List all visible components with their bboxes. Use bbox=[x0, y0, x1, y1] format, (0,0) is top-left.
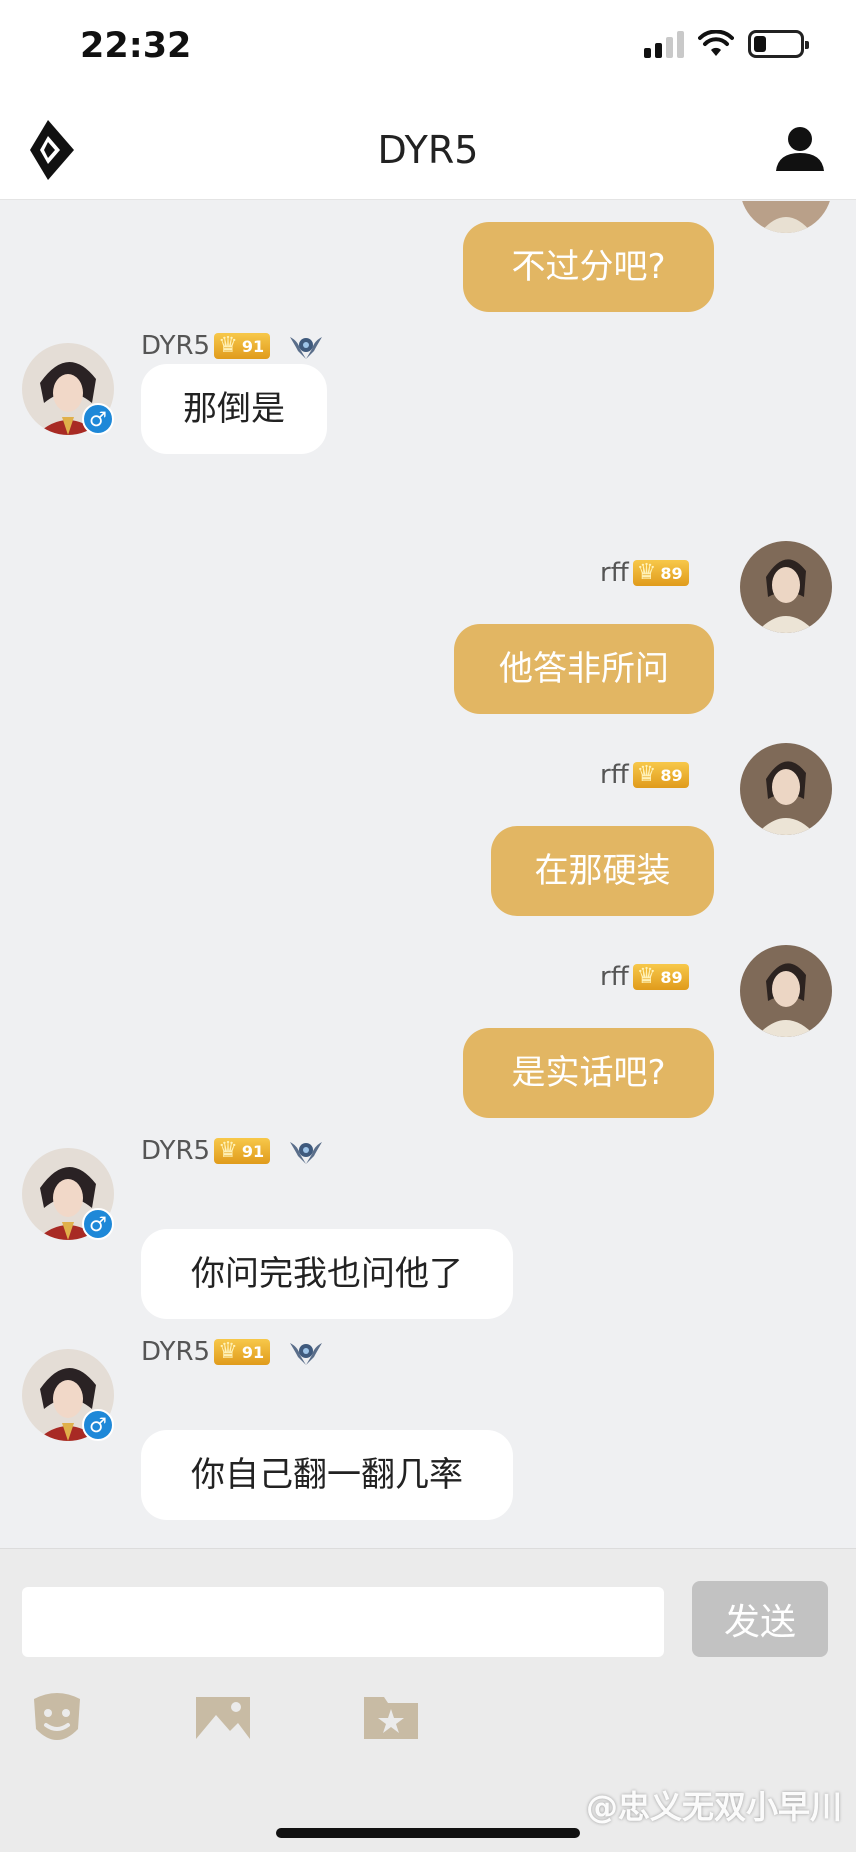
rank-icon bbox=[290, 1343, 323, 1365]
message-meta: rff ♛ 89 bbox=[600, 758, 689, 792]
message-bubble[interactable]: 你自己翻一翻几率 bbox=[141, 1430, 513, 1520]
level-badge: ♛ 89 bbox=[632, 964, 689, 990]
avatar[interactable] bbox=[740, 201, 832, 233]
message-meta: DYR5 ♛ 91 bbox=[141, 1335, 324, 1369]
signal-icon bbox=[644, 30, 684, 58]
sender-name[interactable]: rff bbox=[600, 962, 629, 992]
message-bubble[interactable]: 是实话吧? bbox=[463, 1028, 714, 1118]
level-badge: ♛ 91 bbox=[214, 1339, 271, 1365]
sender-name[interactable]: rff bbox=[600, 760, 629, 790]
gender-male-icon: ♂ bbox=[82, 1409, 114, 1441]
send-button[interactable]: 发送 bbox=[692, 1581, 828, 1657]
rank-icon bbox=[290, 1142, 323, 1164]
sender-name[interactable]: rff bbox=[600, 558, 629, 588]
watermark: @忠义无双小早川 bbox=[585, 1788, 842, 1826]
game-icon[interactable] bbox=[362, 1689, 420, 1747]
crown-icon: ♛ bbox=[636, 762, 657, 787]
wifi-icon bbox=[698, 30, 734, 56]
message-item: ♂ DYR5 ♛ 91 你自己翻一翻几率 bbox=[0, 1327, 856, 1527]
status-bar: 22:32 bbox=[0, 0, 856, 100]
message-item: rff ♛ 89 在那硬装 bbox=[0, 723, 856, 923]
level-number: 89 bbox=[660, 563, 683, 583]
avatar[interactable] bbox=[740, 743, 832, 835]
message-item: rff ♛ 89 他答非所问 bbox=[0, 521, 856, 721]
status-time: 22:32 bbox=[80, 26, 192, 66]
chat-title: DYR5 bbox=[377, 128, 479, 172]
message-bubble[interactable]: 你问完我也问他了 bbox=[141, 1229, 513, 1319]
sender-name[interactable]: DYR5 bbox=[141, 1337, 210, 1367]
message-item: ♂ DYR5 ♛ 91 那倒是 bbox=[0, 321, 856, 521]
level-badge: ♛ 91 bbox=[214, 333, 271, 359]
emoji-icon[interactable] bbox=[28, 1689, 86, 1747]
battery-icon bbox=[748, 30, 809, 58]
level-number: 89 bbox=[660, 967, 683, 987]
message-meta: DYR5 ♛ 91 bbox=[141, 329, 324, 363]
message-meta: rff ♛ 89 bbox=[600, 556, 689, 590]
chat-header: DYR5 bbox=[0, 100, 856, 200]
home-indicator[interactable] bbox=[276, 1828, 580, 1838]
message-meta: rff ♛ 89 bbox=[600, 960, 689, 994]
composer: 发送 @忠义无双小早川 bbox=[0, 1548, 856, 1852]
level-badge: ♛ 89 bbox=[632, 560, 689, 586]
crown-icon: ♛ bbox=[218, 1138, 238, 1163]
message-bubble[interactable]: 那倒是 bbox=[141, 364, 327, 454]
crown-icon: ♛ bbox=[218, 333, 238, 358]
message-bubble[interactable]: 他答非所问 bbox=[454, 624, 714, 714]
message-bubble[interactable]: 在那硬装 bbox=[491, 826, 714, 916]
level-number: 91 bbox=[241, 1141, 265, 1161]
message-list: 不过分吧? ♂ DYR5 ♛91 那倒是 rff ♛89 他答非所问 rff bbox=[0, 201, 856, 1548]
avatar[interactable] bbox=[740, 541, 832, 633]
message-item: 不过分吧? bbox=[0, 201, 856, 312]
crown-icon: ♛ bbox=[218, 1339, 238, 1364]
sender-name[interactable]: DYR5 bbox=[141, 331, 210, 361]
rank-icon bbox=[290, 337, 323, 359]
message-bubble[interactable]: 不过分吧? bbox=[463, 222, 714, 312]
level-number: 89 bbox=[660, 765, 683, 785]
message-meta: DYR5 ♛ 91 bbox=[141, 1134, 324, 1168]
status-icons bbox=[644, 30, 809, 58]
gender-male-icon: ♂ bbox=[82, 403, 114, 435]
gender-male-icon: ♂ bbox=[82, 1208, 114, 1240]
message-input[interactable] bbox=[22, 1587, 664, 1657]
crown-icon: ♛ bbox=[636, 560, 657, 585]
sender-name[interactable]: DYR5 bbox=[141, 1136, 210, 1166]
level-badge: ♛ 91 bbox=[214, 1138, 271, 1164]
level-number: 91 bbox=[241, 1342, 265, 1362]
user-icon[interactable] bbox=[774, 125, 826, 175]
message-item: ♂ DYR5 ♛ 91 你问完我也问他了 bbox=[0, 1126, 856, 1326]
avatar[interactable] bbox=[740, 945, 832, 1037]
level-number: 91 bbox=[241, 336, 265, 356]
message-item: rff ♛ 89 是实话吧? bbox=[0, 925, 856, 1125]
image-icon[interactable] bbox=[194, 1689, 252, 1747]
level-badge: ♛ 89 bbox=[632, 762, 689, 788]
crown-icon: ♛ bbox=[636, 964, 657, 989]
